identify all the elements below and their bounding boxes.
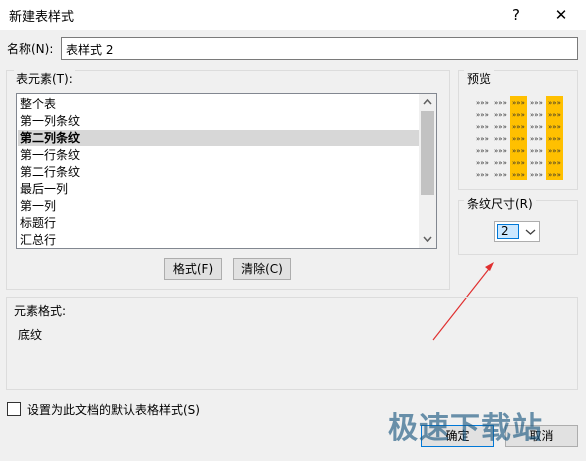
stripe-size-dropdown[interactable] <box>522 222 539 241</box>
preview-cell-mark: »»» <box>512 159 525 167</box>
list-item[interactable]: 汇总行 <box>20 232 56 248</box>
close-button[interactable]: ✕ <box>545 2 577 28</box>
list-item[interactable]: 最后一列 <box>20 181 68 197</box>
stripe-size-value: 2 <box>497 224 519 239</box>
preview-cell-mark: »»» <box>512 135 525 143</box>
preview-cell-mark: »»» <box>530 159 543 167</box>
stripe-size-select[interactable]: 2 <box>494 221 540 242</box>
clear-button[interactable]: 清除(C) <box>233 258 291 280</box>
preview-cell-mark: »»» <box>512 99 525 107</box>
preview-cell-mark: »»» <box>548 111 561 119</box>
list-item[interactable]: 第一列 <box>20 198 56 214</box>
preview-cell-mark: »»» <box>548 159 561 167</box>
preview-cell-mark: »»» <box>530 99 543 107</box>
list-item[interactable]: 标题行 <box>20 215 56 231</box>
list-item[interactable]: 第二行条纹 <box>20 164 80 180</box>
name-label: 名称(N): <box>7 42 54 56</box>
preview-cell-mark: »»» <box>476 123 489 131</box>
preview-cell-mark: »»» <box>548 99 561 107</box>
preview-cell-mark: »»» <box>494 111 507 119</box>
list-item[interactable]: 第一行条纹 <box>20 147 80 163</box>
scrollbar-graphics <box>421 98 434 243</box>
preview-cell-mark: »»» <box>476 135 489 143</box>
format-button[interactable]: 格式(F) <box>164 258 222 280</box>
preview-cell-mark: »»» <box>494 159 507 167</box>
preview-cell-mark: »»» <box>548 171 561 179</box>
preview-cell-mark: »»» <box>476 147 489 155</box>
preview-cell-mark: »»» <box>548 135 561 143</box>
preview-cell-mark: »»» <box>494 99 507 107</box>
preview-cell-mark: »»» <box>494 135 507 143</box>
scroll-thumb <box>421 111 434 195</box>
preview-cell-mark: »»» <box>512 111 525 119</box>
preview-cell-mark: »»» <box>530 147 543 155</box>
list-item-selected[interactable]: 第二列条纹 <box>18 130 419 146</box>
name-input-value: 表样式 2 <box>66 43 114 57</box>
table-elements-label: 表元素(T): <box>14 70 75 87</box>
preview-cell-mark: »»» <box>494 171 507 179</box>
preview-cell-mark: »»» <box>512 123 525 131</box>
stripe-size-label: 条纹尺寸(R) <box>464 195 536 212</box>
preview-cell-mark: »»» <box>476 111 489 119</box>
preview-cell-mark: »»» <box>476 171 489 179</box>
name-input[interactable]: 表样式 2 <box>61 37 578 60</box>
preview-cell-mark: »»» <box>494 123 507 131</box>
preview-cell-mark: »»» <box>548 147 561 155</box>
list-item[interactable]: 第一列条纹 <box>20 113 80 129</box>
scroll-down-icon <box>423 236 432 243</box>
title-bar <box>0 0 586 30</box>
preview-cell-mark: »»» <box>530 171 543 179</box>
element-format-value: 底纹 <box>18 328 43 342</box>
preview-cell-mark: »»» <box>512 171 525 179</box>
table-elements-list[interactable]: 整个表 第一列条纹 第二列条纹 第一行条纹 第二行条纹 最后一列 第一列 标题行… <box>16 93 437 249</box>
preview-table-image: »»» »»» »»» »»» »»» »»» »»» »»» »»» »»» »»» »»» »»» »… <box>476 96 563 180</box>
watermark-logo: 极速下载站 <box>388 411 543 446</box>
element-format-label: 元素格式: <box>14 304 67 318</box>
preview-cell-mark: »»» <box>494 147 507 155</box>
preview-label: 预览 <box>464 70 495 87</box>
preview-cell-mark: »»» <box>548 123 561 131</box>
preview-cell-mark: »»» <box>530 111 543 119</box>
preview-cell-mark: »»» <box>530 135 543 143</box>
element-format-group <box>6 297 578 390</box>
list-scrollbar[interactable] <box>419 94 436 248</box>
help-button[interactable]: ? <box>500 2 532 28</box>
preview-cell-mark: »»» <box>530 123 543 131</box>
dialog-title: 新建表样式 <box>9 10 75 25</box>
list-item[interactable]: 整个表 <box>20 96 56 112</box>
preview-cell-mark: »»» <box>512 147 525 155</box>
preview-cell-mark: »»» <box>476 159 489 167</box>
preview-cell-mark: »»» <box>476 99 489 107</box>
default-style-checkbox[interactable] <box>7 402 21 416</box>
default-style-label: 设置为此文档的默认表格样式(S) <box>27 403 200 417</box>
scroll-up-icon <box>423 98 432 105</box>
chevron-down-icon <box>525 229 536 235</box>
